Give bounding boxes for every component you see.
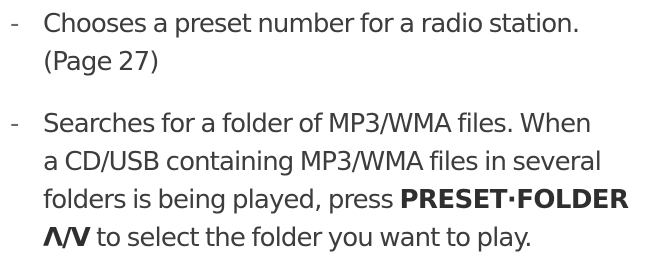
item-line: Λ/V to select the folder you want to pla… (43, 219, 657, 257)
bullet-dash: - (10, 9, 20, 39)
item-line: a CD/USB containing MP3/WMA files in sev… (43, 147, 602, 177)
arrow-up-icon: Λ (43, 223, 63, 253)
bullet-dash: - (10, 109, 20, 139)
item-line: folders is being played, press PRESET·FO… (43, 181, 657, 219)
item-text: Chooses a preset number for a radio stat… (43, 5, 657, 81)
preset-folder-key-label: PRESET·FOLDER (399, 185, 629, 215)
line-rest-text: to select the folder you want to play. (89, 223, 532, 253)
item-line: Chooses a preset number for a radio stat… (43, 9, 580, 39)
item-line: Searches for a folder of MP3/WMA files. … (43, 109, 592, 139)
arrow-down-icon: V (70, 223, 91, 253)
item-text: Searches for a folder of MP3/WMA files. … (43, 105, 657, 257)
manual-text-block: - Chooses a preset number for a radio st… (0, 0, 661, 257)
item-line: (Page 27) (43, 47, 159, 77)
line-prefix-text: folders is being played, press (43, 185, 400, 215)
arrow-separator: / (62, 223, 71, 253)
